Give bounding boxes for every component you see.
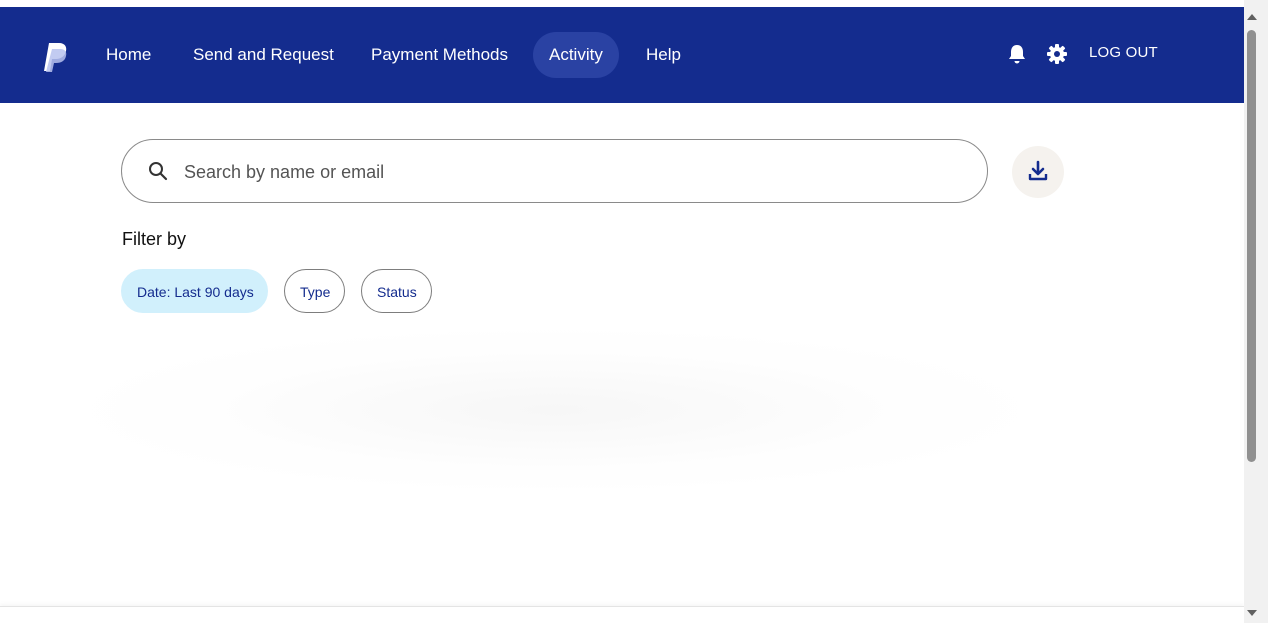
filter-chip-status[interactable]: Status (361, 269, 432, 313)
nav-send-and-request[interactable]: Send and Request (177, 32, 350, 78)
download-button[interactable] (1012, 146, 1064, 198)
bell-icon[interactable] (1006, 43, 1028, 65)
paypal-logo-icon[interactable] (40, 41, 68, 73)
filter-chip-type[interactable]: Type (284, 269, 345, 313)
search-bar[interactable] (121, 139, 988, 203)
page: Home Send and Request Payment Methods Ac… (0, 0, 1268, 623)
loading-placeholder (90, 330, 1020, 490)
nav-help[interactable]: Help (630, 32, 697, 78)
filter-chip-date[interactable]: Date: Last 90 days (121, 269, 268, 313)
search-input[interactable] (182, 154, 966, 190)
scroll-down-arrow-icon[interactable] (1247, 610, 1257, 616)
gear-icon[interactable] (1046, 43, 1068, 65)
top-strip (0, 0, 1244, 7)
nav-home[interactable]: Home (90, 32, 167, 78)
logout-link[interactable]: LOG OUT (1089, 44, 1158, 61)
nav-activity[interactable]: Activity (533, 32, 619, 78)
download-icon (1028, 160, 1048, 181)
bottom-edge (0, 606, 1244, 623)
top-navbar: Home Send and Request Payment Methods Ac… (0, 7, 1244, 103)
filter-by-label: Filter by (122, 229, 187, 249)
nav-payment-methods[interactable]: Payment Methods (355, 32, 524, 78)
scroll-up-arrow-icon[interactable] (1247, 14, 1257, 20)
scrollbar-thumb[interactable] (1247, 30, 1256, 462)
search-icon (149, 162, 168, 181)
